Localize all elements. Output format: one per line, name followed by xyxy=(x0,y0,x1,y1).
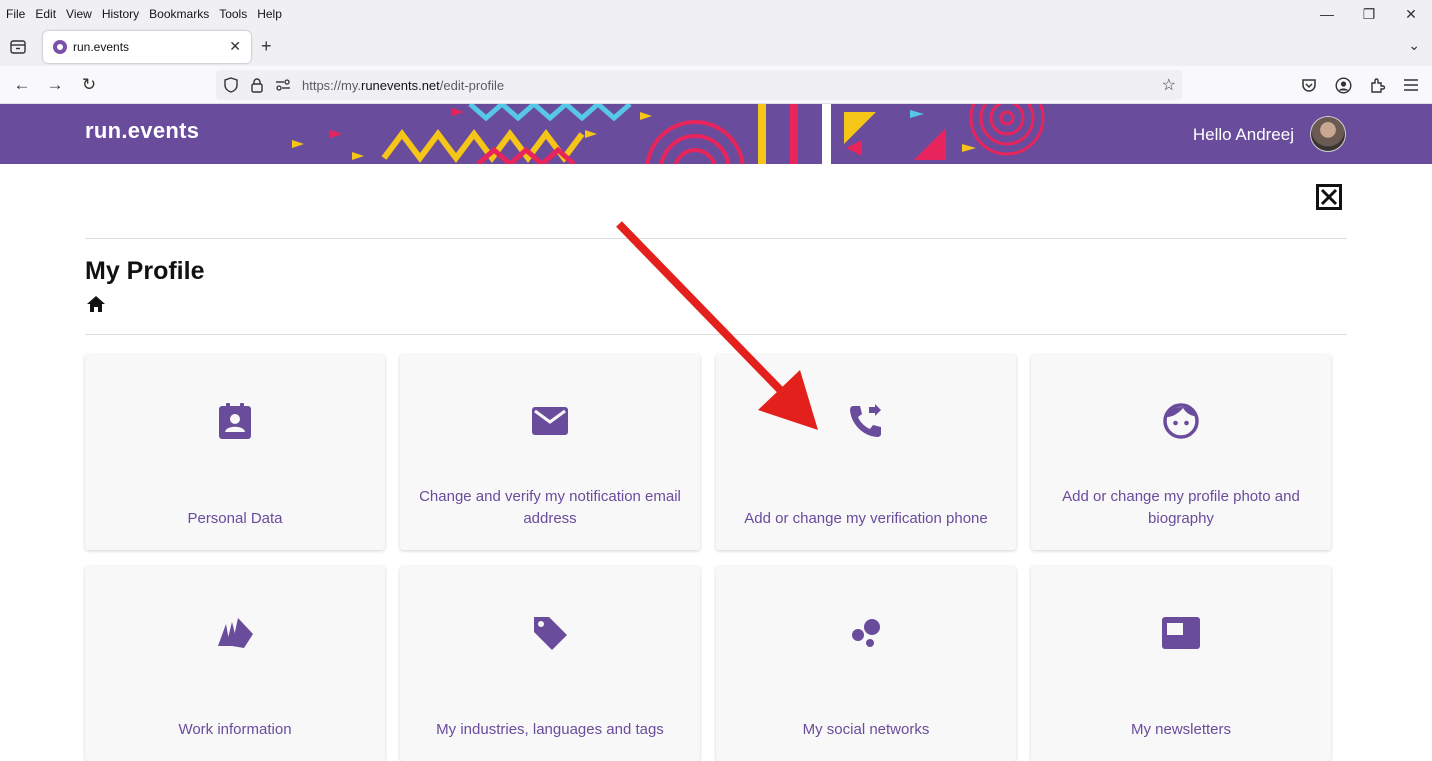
new-tab-button[interactable]: + xyxy=(261,36,272,57)
menu-help[interactable]: Help xyxy=(257,7,282,21)
card-industries-languages-tags[interactable]: My industries, languages and tags xyxy=(400,566,700,761)
card-personal-data[interactable]: Personal Data xyxy=(85,354,385,550)
extensions-icon[interactable] xyxy=(1366,74,1388,96)
contact-calendar-icon xyxy=(216,402,254,440)
phone-forwarded-icon xyxy=(847,402,885,440)
shield-icon[interactable] xyxy=(220,77,242,93)
tab-close-icon[interactable]: ✕ xyxy=(229,38,241,55)
tab-list-icon[interactable] xyxy=(8,37,28,57)
header-divider xyxy=(822,104,831,164)
forward-button[interactable]: → xyxy=(44,74,66,96)
avatar[interactable] xyxy=(1310,116,1346,152)
pocket-icon[interactable] xyxy=(1298,74,1320,96)
card-label: My industries, languages and tags xyxy=(436,721,664,738)
card-work-information[interactable]: Work information xyxy=(85,566,385,761)
chevron-down-icon[interactable]: ⌄ xyxy=(1408,37,1420,54)
card-label: Add or change my profile photo and biogr… xyxy=(1062,488,1300,527)
menu-view[interactable]: View xyxy=(66,7,92,21)
mail-icon xyxy=(531,402,569,440)
back-button[interactable]: ← xyxy=(11,74,33,96)
tab-run-events[interactable]: run.events ✕ xyxy=(43,31,251,63)
menu-tools[interactable]: Tools xyxy=(219,7,247,21)
face-icon xyxy=(1162,402,1200,440)
site-favicon-icon xyxy=(53,40,67,54)
card-label: Change and verify my notification email … xyxy=(419,488,681,527)
close-icon xyxy=(1320,188,1338,206)
url-text[interactable]: https://my.runevents.net/edit-profile xyxy=(302,78,504,93)
greeting-text[interactable]: Hello Andreej xyxy=(1193,125,1294,145)
url-prefix: https://my. xyxy=(302,77,361,93)
minimize-button[interactable]: — xyxy=(1306,0,1348,28)
site-header: run.events Hello Andreej xyxy=(0,104,1432,164)
restore-button[interactable]: ❐ xyxy=(1348,0,1390,28)
tab-title: run.events xyxy=(73,40,130,54)
card-profile-photo[interactable]: Add or change my profile photo and biogr… xyxy=(1031,354,1331,550)
card-label: Add or change my verification phone xyxy=(744,510,988,527)
menu-bookmarks[interactable]: Bookmarks xyxy=(149,7,209,21)
card-label: My social networks xyxy=(802,721,930,738)
menu-bar: File Edit View History Bookmarks Tools H… xyxy=(0,0,1432,28)
tag-icon xyxy=(531,614,569,652)
account-icon[interactable] xyxy=(1332,74,1354,96)
toolbar-icons xyxy=(1286,74,1422,96)
page-title: My Profile xyxy=(85,257,205,285)
card-verification-phone[interactable]: Add or change my verification phone xyxy=(716,354,1016,550)
url-bar[interactable]: https://my.runevents.net/edit-profile ☆ xyxy=(216,70,1182,100)
card-label: Work information xyxy=(178,721,292,738)
tab-bar: run.events ✕ + ⌄ xyxy=(0,28,1432,66)
lock-icon[interactable] xyxy=(246,77,268,93)
url-domain: runevents.net xyxy=(361,77,440,93)
bubbles-icon xyxy=(847,614,885,652)
divider-top xyxy=(85,238,1347,239)
card-label: Personal Data xyxy=(187,510,283,527)
hamburger-menu-icon[interactable] xyxy=(1400,74,1422,96)
window-controls: — ❐ ✕ xyxy=(1306,0,1432,28)
permissions-icon[interactable] xyxy=(272,79,294,91)
divider-bottom xyxy=(85,334,1347,335)
menu-edit[interactable]: Edit xyxy=(35,7,56,21)
card-label: My newsletters xyxy=(1130,721,1232,738)
bookmark-star-icon[interactable]: ☆ xyxy=(1162,75,1176,95)
home-icon[interactable] xyxy=(86,295,106,313)
window-close-button[interactable]: ✕ xyxy=(1390,0,1432,28)
reload-button[interactable]: ↻ xyxy=(78,74,100,96)
card-social-networks[interactable]: My social networks xyxy=(716,566,1016,761)
newsletter-icon xyxy=(1162,614,1200,652)
brand-logo[interactable]: run.events xyxy=(85,118,199,144)
close-button[interactable] xyxy=(1316,184,1342,210)
url-path: /edit-profile xyxy=(439,77,505,93)
menu-history[interactable]: History xyxy=(102,7,139,21)
card-notification-email[interactable]: Change and verify my notification email … xyxy=(400,354,700,550)
swatches-icon xyxy=(216,614,254,652)
card-newsletters[interactable]: My newsletters xyxy=(1031,566,1331,761)
navigation-bar: ← → ↻ https://my.runevents.net/edit-prof… xyxy=(0,66,1432,104)
menu-file[interactable]: File xyxy=(6,7,25,21)
